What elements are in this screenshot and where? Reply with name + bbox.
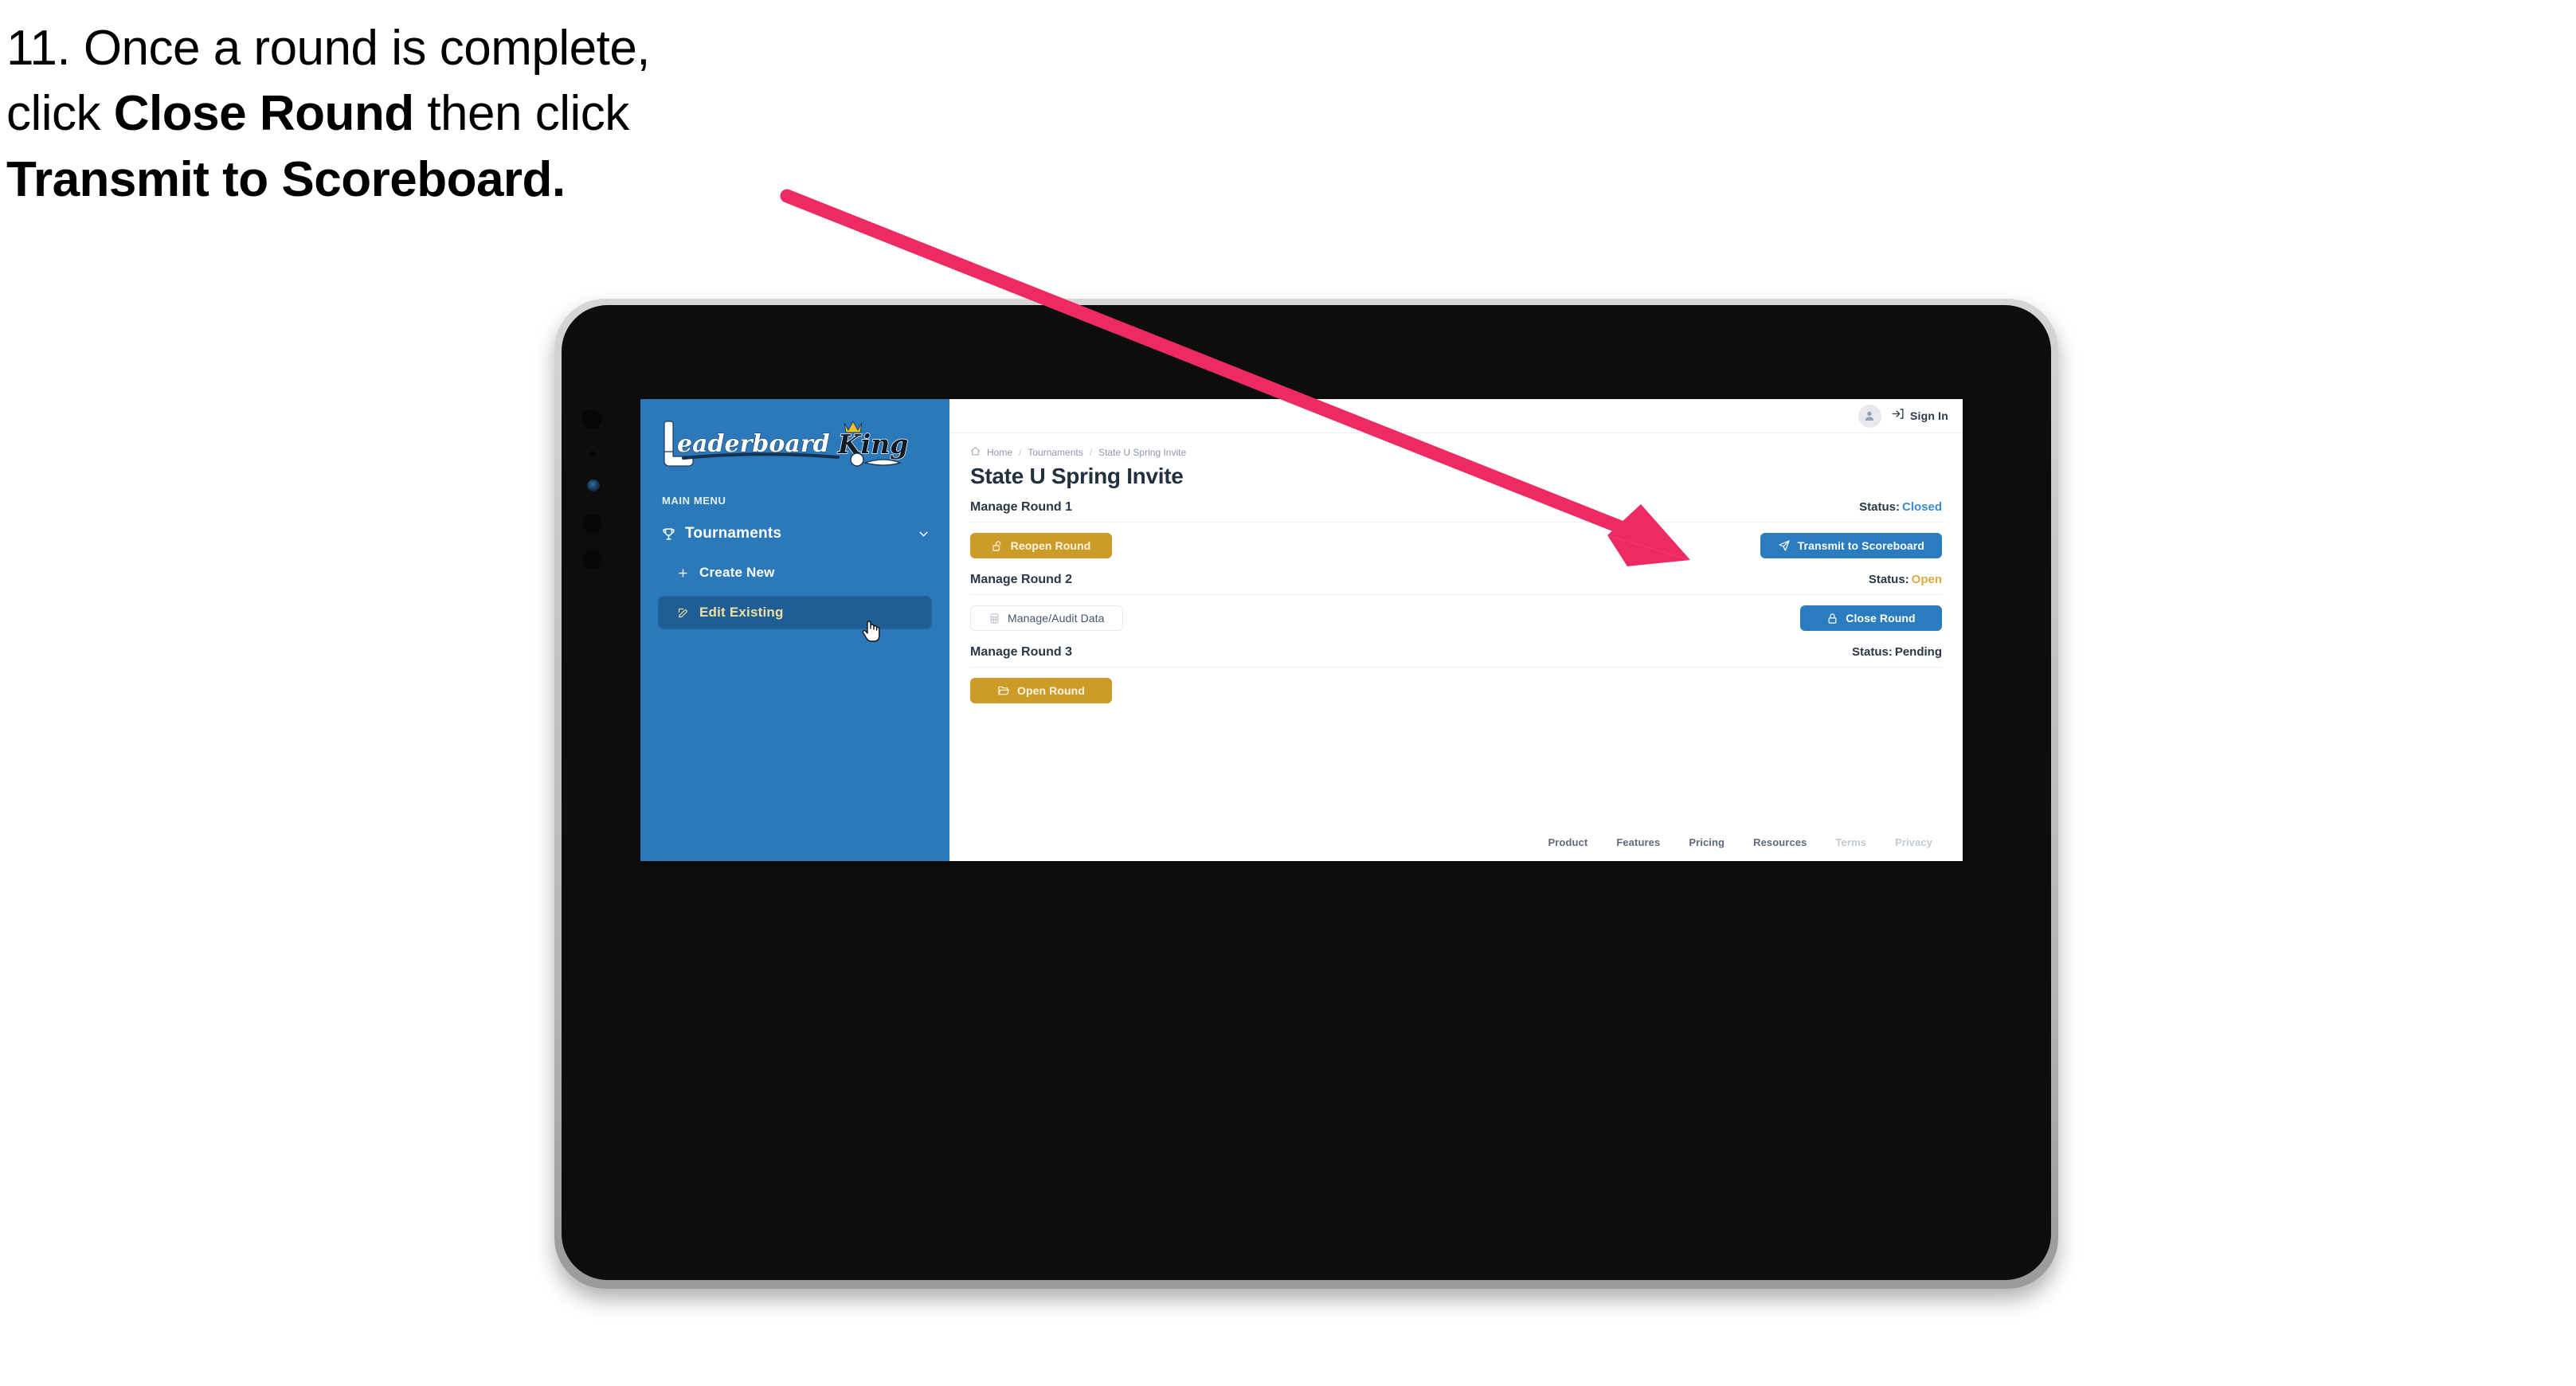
footer-link-privacy[interactable]: Privacy [1895, 836, 1932, 848]
caption-line-2-bold: Close Round [113, 86, 414, 142]
chevron-down-icon[interactable] [917, 527, 930, 541]
speaker-hole-icon [582, 550, 602, 570]
sidebar-item-tournaments[interactable]: Tournaments [640, 518, 949, 550]
round-block-3: Manage Round 3 Status: Pending Open Roun… [970, 645, 1942, 703]
round-title: Manage Round 2 [970, 573, 1073, 586]
caption-line-2-pre: click [6, 86, 114, 142]
close-round-button[interactable]: Close Round [1800, 605, 1942, 631]
round-actions: Manage/Audit Data Close Round [970, 605, 1942, 631]
edit-pencil-icon [677, 607, 699, 619]
sidebar-item-edit-existing[interactable]: Edit Existing [658, 596, 932, 642]
footer-links: Product Features Pricing Resources Terms… [949, 836, 1963, 861]
sidebar-item-create-new[interactable]: Create New [658, 556, 932, 589]
round-header: Manage Round 3 Status: Pending [970, 645, 1942, 668]
status-value: Closed [1901, 500, 1942, 514]
sidebar-item-edit-existing-label: Edit Existing [699, 605, 784, 620]
tablet-bezel: eaderboard King MAIN MENU Tournaments Cr… [562, 305, 2051, 1280]
close-round-label: Close Round [1846, 612, 1916, 624]
status-label: Status: [1868, 573, 1909, 586]
footer-link-resources[interactable]: Resources [1753, 836, 1807, 848]
status-label: Status: [1859, 500, 1900, 514]
page-title: State U Spring Invite [970, 464, 1184, 488]
caption-line-1: 11. Once a round is complete, [6, 16, 851, 81]
status-value: Pending [1894, 645, 1942, 659]
caption-line-3: Transmit to Scoreboard. [6, 147, 851, 213]
unlock-icon [992, 540, 1004, 552]
page-content: Home / Tournaments / State U Spring Invi… [949, 433, 1963, 836]
status-badge: Status: Pending [1852, 645, 1942, 659]
status-led-icon [587, 480, 600, 491]
plus-icon [677, 567, 699, 579]
speaker-hole-icon [582, 514, 602, 533]
open-round-button[interactable]: Open Round [970, 678, 1112, 703]
table-grid-icon [989, 613, 1000, 624]
status-badge: Status: Closed [1859, 500, 1942, 514]
tablet-device: eaderboard King MAIN MENU Tournaments Cr… [554, 299, 2058, 1289]
round-block-2: Manage Round 2 Status: Open Manage/Audit… [970, 573, 1942, 631]
sidebar-nav-group: Tournaments Create New Edit Existing [640, 518, 949, 642]
manage-audit-data-label: Manage/Audit Data [1008, 612, 1105, 624]
home-icon[interactable] [970, 446, 981, 459]
round-block-1: Manage Round 1 Status: Closed Reopen Rou… [970, 500, 1942, 558]
manage-audit-data-button[interactable]: Manage/Audit Data [970, 605, 1123, 631]
reopen-round-label: Reopen Round [1010, 539, 1091, 552]
sign-in-label: Sign In [1909, 409, 1948, 422]
status-label: Status: [1851, 645, 1893, 659]
caption-line-2-post: then click [413, 86, 629, 142]
sidebar: eaderboard King MAIN MENU Tournaments Cr… [640, 399, 949, 861]
app-screen: eaderboard King MAIN MENU Tournaments Cr… [640, 399, 1963, 861]
breadcrumb-item-home[interactable]: Home [987, 447, 1012, 458]
status-badge: Status: Open [1869, 573, 1942, 586]
open-round-label: Open Round [1017, 684, 1085, 697]
footer-link-product[interactable]: Product [1548, 836, 1588, 848]
leaderboard-king-logo[interactable]: eaderboard King [656, 417, 919, 471]
transmit-to-scoreboard-label: Transmit to Scoreboard [1797, 539, 1924, 552]
status-value: Open [1911, 573, 1942, 586]
footer-link-pricing[interactable]: Pricing [1689, 836, 1725, 848]
sidebar-section-label: MAIN MENU [662, 495, 726, 507]
top-bar: Sign In [949, 399, 1963, 433]
sidebar-item-create-new-label: Create New [699, 565, 775, 580]
lock-icon [1826, 613, 1838, 624]
breadcrumb-item-current[interactable]: State U Spring Invite [1098, 447, 1186, 458]
login-arrow-icon [1891, 407, 1905, 425]
pointing-hand-cursor [862, 621, 880, 642]
round-header: Manage Round 2 Status: Open [970, 573, 1942, 595]
round-header: Manage Round 1 Status: Closed [970, 500, 1942, 523]
breadcrumb: Home / Tournaments / State U Spring Invi… [970, 446, 1942, 459]
footer-link-terms[interactable]: Terms [1835, 836, 1866, 848]
round-actions: Open Round [970, 678, 1942, 703]
round-actions: Reopen Round Transmit to Scoreboard [970, 533, 1942, 558]
microphone-icon [589, 451, 596, 457]
camera-icon [582, 409, 602, 429]
round-title: Manage Round 3 [970, 645, 1073, 659]
breadcrumb-separator: / [1019, 447, 1022, 458]
folder-open-icon [997, 684, 1010, 697]
main-content: Sign In Home / Tournaments / State U Spr… [949, 399, 1963, 861]
caption-line-2: click Close Round then click [6, 81, 851, 147]
instruction-caption: 11. Once a round is complete, click Clos… [6, 16, 851, 213]
avatar[interactable] [1858, 404, 1881, 428]
breadcrumb-item-tournaments[interactable]: Tournaments [1028, 447, 1082, 458]
reopen-round-button[interactable]: Reopen Round [970, 533, 1112, 558]
caption-line-1-text: 11. Once a round is complete, [6, 21, 651, 76]
sidebar-item-tournaments-label: Tournaments [685, 525, 782, 542]
paper-plane-icon [1778, 539, 1791, 552]
trophy-icon [661, 527, 682, 542]
transmit-to-scoreboard-button[interactable]: Transmit to Scoreboard [1760, 533, 1942, 558]
round-title: Manage Round 1 [970, 500, 1073, 514]
caption-line-3-bold: Transmit to Scoreboard. [6, 151, 566, 207]
svg-text:King: King [837, 429, 908, 460]
breadcrumb-separator: / [1089, 447, 1093, 458]
footer-link-features[interactable]: Features [1616, 836, 1660, 848]
sign-in-button[interactable]: Sign In [1891, 407, 1948, 425]
